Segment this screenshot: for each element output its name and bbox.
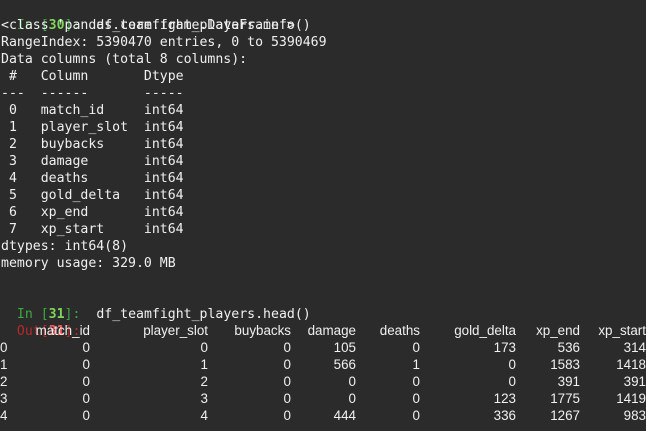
- table-cell: 173: [493, 340, 516, 355]
- table-cell: 105: [333, 340, 356, 355]
- table-row: 3 0 3 0 0 0 123 1775 1419: [0, 390, 646, 407]
- table-cell: 1775: [550, 391, 580, 406]
- table-cell: 1267: [550, 408, 580, 423]
- table-cell: 0: [82, 340, 90, 355]
- table-cell: 0: [283, 374, 291, 389]
- table-row: 1 0 1 0 566 1 0 1583 1418: [0, 356, 646, 373]
- table-cell: 0: [82, 408, 90, 423]
- table-cell: 444: [333, 408, 356, 423]
- info-row: 0 match_id int64: [1, 103, 184, 118]
- info-row: 1 player_slot int64: [1, 120, 184, 135]
- table-cell: 0: [82, 374, 90, 389]
- info-row: 6 xp_end int64: [1, 205, 184, 220]
- row-index: 0: [0, 340, 8, 355]
- input-cell-30[interactable]: In [30]: df_teamfight_players.info(): [1, 0, 311, 33]
- table-cell: 0: [412, 391, 420, 406]
- info-header-line: # Column Dtype: [1, 69, 184, 84]
- table-cell: 0: [200, 340, 208, 355]
- class-line: <class 'pandas.core.frame.DataFrame'>: [1, 18, 295, 33]
- table-cell: 4: [200, 408, 208, 423]
- table-cell: 0: [283, 408, 291, 423]
- range-index-line: RangeIndex: 5390470 entries, 0 to 539046…: [1, 35, 327, 50]
- table-cell: 0: [283, 391, 291, 406]
- info-row: 2 buybacks int64: [1, 137, 184, 152]
- column-header: xp_end: [536, 323, 580, 338]
- table-cell: 0: [412, 374, 420, 389]
- table-cell: 1419: [616, 391, 646, 406]
- table-cell: 1583: [550, 357, 580, 372]
- dtypes-line: dtypes: int64(8): [1, 239, 129, 254]
- column-header: xp_start: [598, 323, 646, 338]
- table-row: 4 0 4 0 444 0 336 1267 983: [0, 407, 646, 424]
- info-row: 7 xp_start int64: [1, 222, 184, 237]
- table-cell: 123: [493, 391, 516, 406]
- table-header-row: match_id player_slot buybacks damage dea…: [0, 322, 646, 339]
- table-cell: 3: [200, 391, 208, 406]
- column-header: match_id: [35, 323, 90, 338]
- table-row: 0 0 0 0 105 0 173 536 314: [0, 339, 646, 356]
- table-row: 2 0 2 0 0 0 0 391 391: [0, 373, 646, 390]
- column-header: damage: [307, 323, 356, 338]
- table-cell: 336: [493, 408, 516, 423]
- table-cell: 314: [623, 340, 646, 355]
- table-cell: 983: [623, 408, 646, 423]
- table-cell: 0: [348, 374, 356, 389]
- memory-usage-line: memory usage: 329.0 MB: [1, 256, 176, 271]
- table-cell: 1418: [616, 357, 646, 372]
- table-cell: 391: [623, 374, 646, 389]
- info-row: 4 deaths int64: [1, 171, 184, 186]
- table-cell: 1: [200, 357, 208, 372]
- table-cell: 0: [508, 357, 516, 372]
- table-cell: 0: [508, 374, 516, 389]
- table-cell: 0: [283, 340, 291, 355]
- info-row: 3 damage int64: [1, 154, 184, 169]
- table-cell: 0: [348, 391, 356, 406]
- info-divider-line: --- ------ -----: [1, 86, 184, 101]
- row-index: 2: [0, 374, 8, 389]
- column-header: buybacks: [234, 323, 291, 338]
- dataframe-table: match_id player_slot buybacks damage dea…: [0, 322, 646, 424]
- table-cell: 0: [412, 340, 420, 355]
- code-line[interactable]: df_teamfight_players.head(): [96, 307, 310, 322]
- row-index: 4: [0, 408, 8, 423]
- info-row: 5 gold_delta int64: [1, 188, 184, 203]
- row-index: 1: [0, 357, 8, 372]
- table-cell: 2: [200, 374, 208, 389]
- table-cell: 536: [557, 340, 580, 355]
- table-cell: 1: [412, 357, 420, 372]
- table-cell: 0: [283, 357, 291, 372]
- table-cell: 566: [333, 357, 356, 372]
- column-header: player_slot: [143, 323, 208, 338]
- table-cell: 0: [412, 408, 420, 423]
- column-header: deaths: [379, 323, 420, 338]
- data-columns-line: Data columns (total 8 columns):: [1, 52, 248, 67]
- table-cell: 0: [82, 357, 90, 372]
- table-cell: 391: [557, 374, 580, 389]
- output-prompt-31: Out[31]:: [1, 306, 81, 339]
- table-cell: 0: [82, 391, 90, 406]
- row-index: 3: [0, 391, 8, 406]
- column-header: gold_delta: [454, 323, 516, 338]
- input-cell-31[interactable]: In [31]: df_teamfight_players.head(): [1, 289, 311, 322]
- index-header: [0, 322, 16, 339]
